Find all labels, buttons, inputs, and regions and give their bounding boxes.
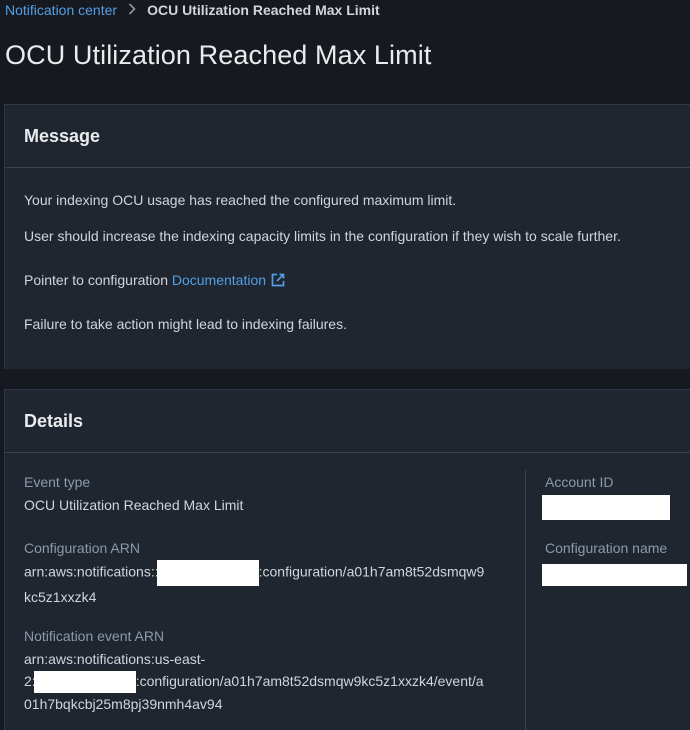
message-panel-header: Message — [5, 105, 690, 168]
event-arn-line2-suffix: :configuration/a01h7am8t52dsmqw9kc5z1xxz… — [135, 673, 484, 689]
documentation-link[interactable]: Documentation — [172, 272, 266, 288]
account-id-redaction — [542, 495, 670, 520]
message-line-4: Failure to take action might lead to ind… — [24, 316, 347, 332]
configuration-arn-prefix: arn:aws:notifications:: — [24, 563, 159, 580]
configuration-name-redaction — [542, 564, 687, 586]
breadcrumb-notification-center-link[interactable]: Notification center — [5, 2, 117, 18]
event-arn-line3: 01h7bqkcbj25m8pj39nmh4av94 — [24, 696, 223, 713]
message-line-1: Your indexing OCU usage has reached the … — [24, 192, 457, 208]
chevron-right-icon — [128, 2, 136, 19]
configuration-arn-label: Configuration ARN — [24, 540, 140, 556]
message-heading: Message — [24, 125, 101, 146]
external-link-icon[interactable] — [271, 273, 285, 290]
redaction-box — [156, 560, 259, 586]
configuration-name-label: Configuration name — [545, 540, 668, 556]
details-panel: Details Event type OCU Utilization Reach… — [4, 389, 690, 730]
breadcrumb: Notification center OCU Utilization Reac… — [5, 0, 380, 20]
page-title: OCU Utilization Reached Max Limit — [5, 40, 432, 70]
details-panel-header: Details — [5, 390, 690, 453]
notification-event-arn-value: arn:aws:notifications:us-east- 2::config… — [24, 648, 514, 715]
details-heading: Details — [24, 410, 84, 431]
redaction-box — [33, 671, 136, 694]
event-type-label: Event type — [24, 474, 91, 490]
configuration-arn-suffix: :configuration/a01h7am8t52dsmqw9 — [258, 563, 485, 580]
breadcrumb-current: OCU Utilization Reached Max Limit — [147, 2, 380, 18]
notification-event-arn-label: Notification event ARN — [24, 628, 165, 644]
event-type-value: OCU Utilization Reached Max Limit — [24, 497, 244, 513]
column-divider — [525, 470, 526, 730]
message-line-2: User should increase the indexing capaci… — [24, 228, 621, 244]
account-id-label: Account ID — [545, 474, 614, 490]
configuration-arn-line2: kc5z1xxzk4 — [24, 589, 97, 605]
pointer-prefix: Pointer to configuration — [24, 272, 172, 288]
message-pointer-line: Pointer to configuration Documentation — [24, 272, 285, 290]
configuration-arn-value: arn:aws:notifications:::configuration/a0… — [24, 560, 514, 608]
message-panel: Message Your indexing OCU usage has reac… — [4, 104, 690, 369]
event-arn-line1: arn:aws:notifications:us-east- — [24, 651, 206, 667]
